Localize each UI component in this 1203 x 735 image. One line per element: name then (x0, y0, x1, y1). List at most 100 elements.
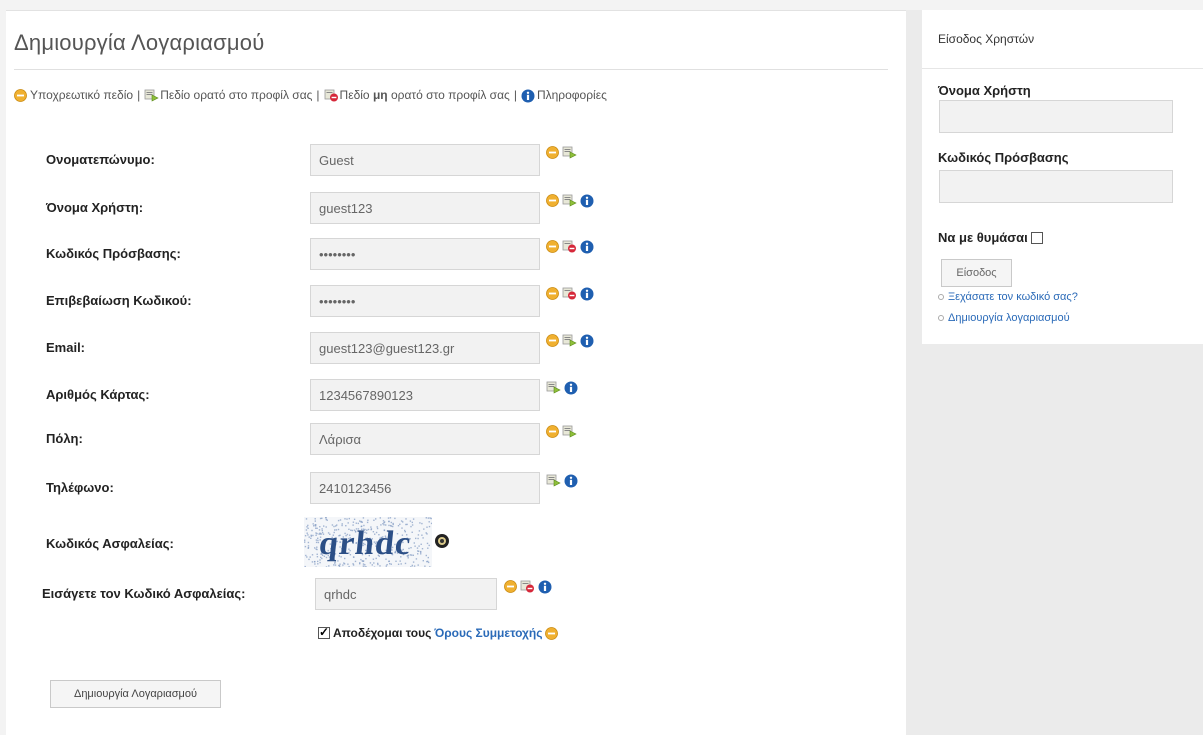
form-row-password: Κωδικός Πρόσβασης: (0, 238, 900, 270)
form-row-email: Email: (0, 332, 900, 364)
confirm-password-input[interactable] (310, 285, 540, 317)
field-icons (546, 474, 578, 488)
required-icon (504, 580, 517, 593)
page-title: Δημιουργία Λογαριασμού (14, 30, 265, 55)
remember-me-checkbox[interactable] (1030, 231, 1043, 244)
field-icons (546, 381, 578, 395)
login-password-input[interactable] (939, 170, 1173, 203)
field-icons (546, 146, 577, 159)
terms-acceptance: Αποδέχομαι τους Όρους Συμμετοχής (318, 625, 559, 640)
visible-in-profile-icon (546, 381, 561, 394)
terms-link[interactable]: Όρους Συμμετοχής (434, 626, 542, 640)
phone-input[interactable] (310, 472, 540, 504)
visible-in-profile-icon (562, 146, 577, 159)
create-account-button[interactable]: Δημιουργία Λογαριασμού (50, 680, 221, 708)
field-icons (546, 334, 594, 348)
bullet-icon (938, 315, 944, 321)
bullet-icon (938, 294, 944, 300)
legend-required: Υποχρεωτικό πεδίο (30, 88, 134, 102)
login-panel: Είσοδος Χρηστών Όνομα Χρήστη Κωδικός Πρό… (922, 10, 1203, 344)
card-number-input[interactable] (310, 379, 540, 411)
hidden-in-profile-icon (562, 287, 577, 300)
legend-hidden-suffix: ορατό στο προφίλ σας (390, 88, 510, 102)
login-divider (922, 68, 1203, 69)
form-row-confirm-password: Επιβεβαίωση Κωδικού: (0, 285, 900, 317)
remember-me-label: Να με θυμάσαι (938, 230, 1028, 245)
required-icon (14, 88, 27, 102)
captcha-label: Κωδικός Ασφαλείας: (46, 536, 174, 551)
info-icon[interactable] (564, 381, 578, 395)
captcha-text: qrhdc (317, 525, 413, 562)
legend-separator: | (316, 88, 320, 102)
form-row-phone: Τηλέφωνο: (0, 472, 900, 504)
info-icon[interactable] (580, 334, 594, 348)
terms-prefix: Αποδέχομαι τους (333, 626, 432, 640)
hidden-in-profile-icon (520, 580, 535, 593)
terms-checkbox[interactable] (318, 625, 330, 639)
field-icons (546, 240, 594, 254)
login-button[interactable]: Είσοδος (941, 259, 1012, 287)
card-number-label: Αριθμός Κάρτας: (46, 387, 150, 402)
login-username-label: Όνομα Χρήστη (938, 83, 1031, 98)
forgot-password-label: Ξεχάσατε τον κωδικό σας? (948, 291, 1078, 303)
info-icon[interactable] (580, 240, 594, 254)
password-label: Κωδικός Πρόσβασης: (46, 246, 181, 261)
visible-in-profile-icon (562, 425, 577, 438)
password-input[interactable] (310, 238, 540, 270)
field-icons (546, 287, 594, 301)
legend-visible: Πεδίο ορατό στο προφίλ σας (160, 88, 313, 102)
field-legend: Υποχρεωτικό πεδίο | Πεδίο ορατό στο προφ… (14, 88, 607, 102)
legend-hidden: Πεδίο μη ορατό στο προφίλ σας (340, 88, 510, 102)
info-icon[interactable] (538, 580, 552, 594)
required-icon (546, 334, 559, 347)
form-row-username: Όνομα Χρήστη: (0, 192, 900, 224)
visible-in-profile-icon (562, 334, 577, 347)
confirm-password-label: Επιβεβαίωση Κωδικού: (46, 293, 192, 308)
remember-me: Να με θυμάσαι (938, 230, 1043, 245)
legend-hidden-prefix: Πεδίο (339, 88, 370, 102)
city-label: Πόλη: (46, 431, 83, 446)
username-input[interactable] (310, 192, 540, 224)
captcha-input[interactable] (315, 578, 497, 610)
fullname-input[interactable] (310, 144, 540, 176)
info-icon (521, 89, 535, 102)
captcha-input-label: Εισάγετε τον Κωδικό Ασφαλείας: (42, 586, 246, 601)
email-input[interactable] (310, 332, 540, 364)
required-icon (545, 626, 559, 640)
required-icon (546, 240, 559, 253)
info-icon[interactable] (564, 474, 578, 488)
required-icon (546, 425, 559, 438)
form-row-card-number: Αριθμός Κάρτας: (0, 379, 900, 411)
login-password-label: Κωδικός Πρόσβασης (938, 150, 1069, 165)
form-row-captcha-input: Εισάγετε τον Κωδικό Ασφαλείας: (0, 578, 900, 610)
required-icon (546, 287, 559, 300)
fullname-label: Ονοματεπώνυμο: (46, 152, 155, 167)
create-account-link-label: Δημιουργία λογαριασμού (948, 312, 1070, 324)
captcha-image: qrhdc (304, 517, 432, 567)
field-icons (546, 425, 577, 438)
refresh-captcha-icon[interactable] (434, 533, 450, 554)
title-divider (14, 69, 888, 70)
legend-separator: | (137, 88, 141, 102)
form-row-fullname: Ονοματεπώνυμο: (0, 144, 900, 176)
phone-label: Τηλέφωνο: (46, 480, 114, 495)
hidden-in-profile-icon (324, 89, 338, 102)
email-label: Email: (46, 340, 86, 355)
required-icon (546, 194, 559, 207)
info-icon[interactable] (580, 194, 594, 208)
legend-info: Πληροφορίες (536, 88, 607, 102)
info-icon[interactable] (580, 287, 594, 301)
visible-in-profile-icon (144, 89, 159, 102)
city-input[interactable] (310, 423, 540, 455)
form-row-city: Πόλη: (0, 423, 900, 455)
username-label: Όνομα Χρήστη: (46, 200, 144, 215)
forgot-password-link[interactable]: Ξεχάσατε τον κωδικό σας? (938, 291, 1078, 303)
hidden-in-profile-icon (562, 240, 577, 253)
login-title: Είσοδος Χρηστών (938, 32, 1035, 46)
field-icons (546, 194, 594, 208)
create-account-link[interactable]: Δημιουργία λογαριασμού (938, 312, 1070, 324)
login-username-input[interactable] (939, 100, 1173, 133)
required-icon (546, 146, 559, 159)
visible-in-profile-icon (562, 194, 577, 207)
field-icons (504, 580, 552, 594)
